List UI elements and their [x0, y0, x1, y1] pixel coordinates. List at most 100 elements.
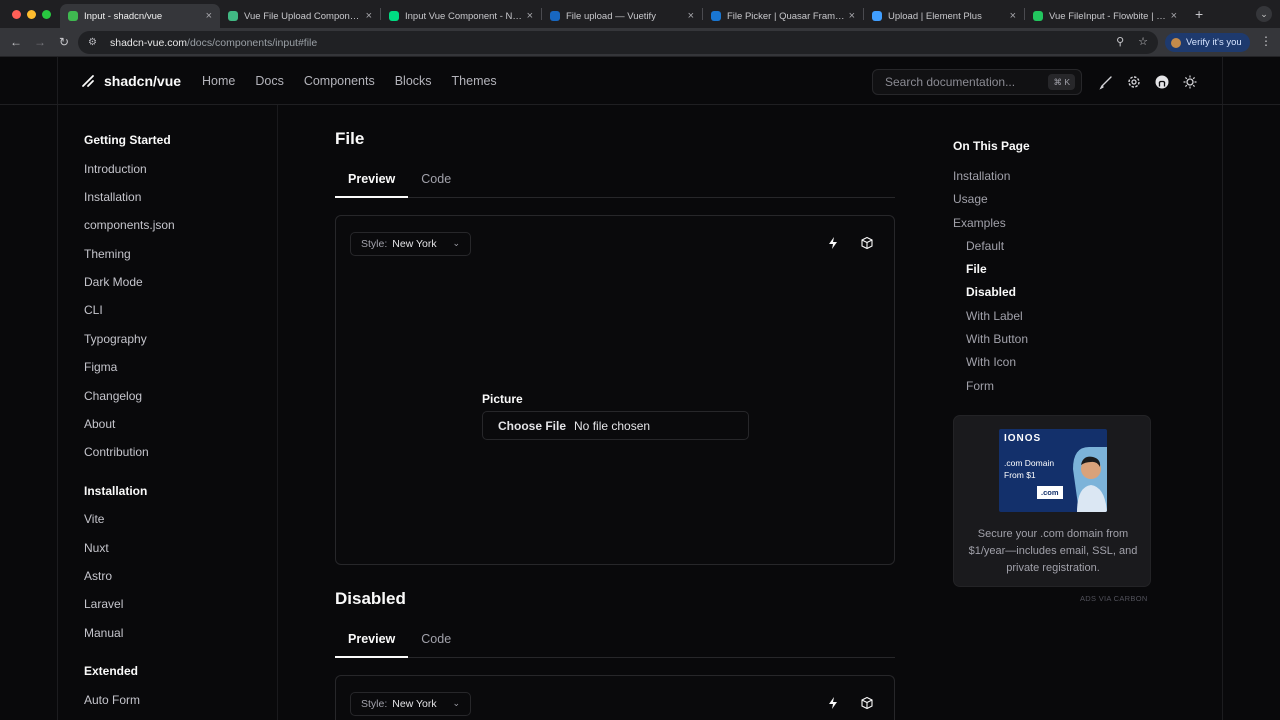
browser-tab-bar: Input - shadcn/vue × Vue File Upload Compo… — [0, 0, 1280, 28]
sidebar-item[interactable]: Typography — [84, 332, 264, 360]
new-tab-button[interactable]: + — [1195, 6, 1203, 22]
browser-tab[interactable]: Upload | Element Plus × — [864, 4, 1024, 28]
sidebar-item[interactable]: Figma — [84, 360, 264, 388]
toc-item[interactable]: With Label — [953, 309, 1153, 332]
browser-tab[interactable]: Input - shadcn/vue × — [60, 4, 220, 28]
url-bar[interactable]: ⚙ shadcn-vue.com/docs/components/input#f… — [78, 31, 1158, 54]
minimize-window-button[interactable] — [27, 9, 36, 19]
toc-item[interactable]: Examples — [953, 216, 1153, 239]
cube-icon[interactable] — [860, 696, 874, 710]
file-field: Picture Choose File No file chosen — [482, 392, 749, 440]
sidebar-item[interactable]: Installation — [84, 190, 264, 218]
close-tab-icon[interactable]: × — [1010, 10, 1016, 22]
close-window-button[interactable] — [12, 9, 21, 19]
theme-toggle-sun-icon[interactable] — [1182, 74, 1198, 90]
back-icon[interactable]: ← — [4, 35, 28, 49]
sidebar-item[interactable]: Vite — [84, 512, 264, 540]
sidebar-item[interactable]: Theming — [84, 247, 264, 275]
tab-code[interactable]: Code — [408, 627, 464, 658]
close-tab-icon[interactable]: × — [206, 10, 212, 22]
toc-item[interactable]: Default — [953, 239, 1153, 262]
style-select[interactable]: Style: New York ⌄ — [350, 692, 471, 716]
file-section-title: File — [335, 129, 365, 148]
close-tab-icon[interactable]: × — [849, 10, 855, 22]
sidebar-item[interactable]: Nuxt — [84, 541, 264, 569]
nav-link-blocks[interactable]: Blocks — [395, 74, 432, 88]
site-info-icon[interactable]: ⚙ — [88, 37, 100, 48]
sidebar-border — [277, 105, 278, 720]
address-bar-row: ← → ↻ ⚙ shadcn-vue.com/docs/components/i… — [0, 28, 1280, 57]
browser-tab[interactable]: Vue FileInput - Flowbite | Flow × — [1025, 4, 1185, 28]
sidebar-item[interactable]: Contribution — [84, 445, 264, 473]
toc-item[interactable]: Form — [953, 379, 1153, 402]
ads-via-carbon[interactable]: ADS VIA CARBON — [1080, 594, 1148, 603]
browser-tab[interactable]: File upload — Vuetify × — [542, 4, 702, 28]
browser-menu-icon[interactable]: ⋮ — [1260, 34, 1272, 48]
zoom-icon[interactable]: ⚲ — [1116, 35, 1124, 48]
sidebar-item[interactable]: Dark Mode — [84, 275, 264, 303]
sidebar-item[interactable]: Introduction — [84, 162, 264, 190]
maximize-window-button[interactable] — [42, 9, 51, 19]
lightning-icon[interactable] — [826, 696, 840, 710]
ad-image-text: .com Domain From $1 — [1004, 457, 1054, 481]
nav-link-themes[interactable]: Themes — [452, 74, 497, 88]
carbon-ad[interactable]: IONOS .com Domain From $1 .com Secure yo… — [953, 415, 1151, 587]
header-actions — [1098, 74, 1198, 90]
choose-file-button[interactable]: Choose File — [498, 419, 566, 433]
style-select[interactable]: Style: New York ⌄ — [350, 232, 471, 256]
tab-search-icon[interactable]: ⌄ — [1256, 6, 1272, 22]
ad-image[interactable]: IONOS .com Domain From $1 .com — [999, 429, 1107, 512]
tab-title: Vue FileInput - Flowbite | Flow — [1049, 10, 1167, 22]
site-logo[interactable]: shadcn/vue — [80, 73, 181, 89]
logo-icon — [82, 75, 94, 87]
toc-item[interactable]: With Button — [953, 332, 1153, 355]
file-input[interactable]: Choose File No file chosen — [482, 411, 749, 440]
browser-tab[interactable]: Vue File Upload Component × — [220, 4, 380, 28]
disabled-tabs: Preview Code — [335, 627, 895, 658]
sidebar-item[interactable]: About — [84, 417, 264, 445]
github-icon[interactable] — [1154, 74, 1170, 90]
search-input[interactable]: Search documentation... ⌘ K — [872, 69, 1082, 95]
close-tab-icon[interactable]: × — [688, 10, 694, 22]
settings-gear-icon[interactable] — [1126, 74, 1142, 90]
sidebar-section-heading: Getting Started — [84, 133, 171, 147]
tab-preview[interactable]: Preview — [335, 627, 409, 658]
toc-item[interactable]: Installation — [953, 169, 1153, 192]
bookmark-star-icon[interactable]: ☆ — [1138, 35, 1148, 48]
url-path: /docs/components/input#file — [187, 36, 318, 49]
tab-code[interactable]: Code — [408, 167, 464, 198]
sidebar-item[interactable]: Laravel — [84, 597, 264, 625]
tab-favicon-icon — [68, 11, 78, 21]
nav-link-docs[interactable]: Docs — [255, 74, 283, 88]
nav-link-home[interactable]: Home — [202, 74, 235, 88]
sidebar-item[interactable]: Auto Form — [84, 693, 264, 720]
toc-item[interactable]: With Icon — [953, 355, 1153, 378]
nav-link-components[interactable]: Components — [304, 74, 375, 88]
sidebar-item[interactable]: CLI — [84, 303, 264, 331]
sidebar-item[interactable]: components.json — [84, 218, 264, 246]
browser-tab[interactable]: File Picker | Quasar Framework × — [703, 4, 863, 28]
brush-icon[interactable] — [1098, 74, 1114, 90]
sidebar-section-heading: Extended — [84, 664, 139, 679]
chevron-down-icon: ⌄ — [452, 698, 460, 708]
browser-tab[interactable]: Input Vue Component - Nuxt × — [381, 4, 541, 28]
toc-item[interactable]: File — [953, 262, 1153, 285]
close-tab-icon[interactable]: × — [1171, 10, 1177, 22]
forward-icon[interactable]: → — [28, 35, 52, 49]
toc-item[interactable]: Disabled — [953, 285, 1153, 308]
reload-icon[interactable]: ↻ — [52, 35, 76, 49]
lightning-icon[interactable] — [826, 236, 840, 250]
close-tab-icon[interactable]: × — [527, 10, 533, 22]
sidebar-item[interactable]: Astro — [84, 569, 264, 597]
tab-favicon-icon — [1033, 11, 1043, 21]
sidebar-item[interactable]: Changelog — [84, 389, 264, 417]
close-tab-icon[interactable]: × — [366, 10, 372, 22]
style-select-label: Style: — [361, 698, 388, 710]
ad-text[interactable]: Secure your .com domain from $1/year—inc… — [968, 526, 1138, 577]
tab-preview[interactable]: Preview — [335, 167, 409, 198]
toc-item[interactable]: Usage — [953, 192, 1153, 215]
verify-profile-button[interactable]: Verify it's you — [1165, 33, 1250, 52]
sidebar-item[interactable]: Manual — [84, 626, 264, 654]
cube-icon[interactable] — [860, 236, 874, 250]
